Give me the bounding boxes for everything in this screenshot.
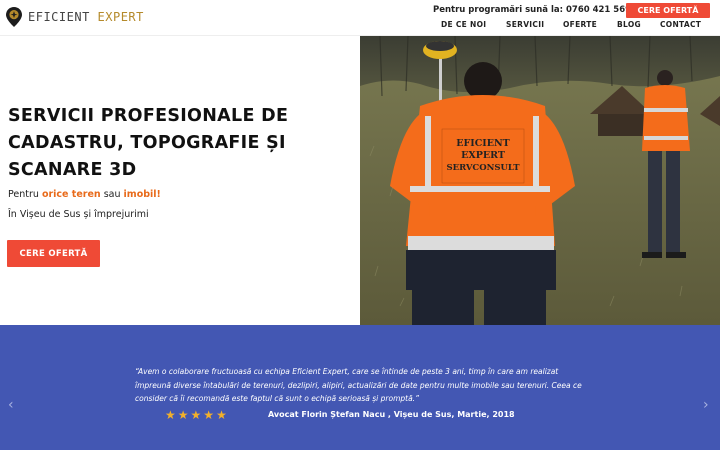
nav-item-de-ce-noi[interactable]: DE CE NOI bbox=[441, 20, 486, 29]
call-label: Pentru programări sună la: bbox=[433, 5, 564, 15]
hero-cere-oferta-button[interactable]: CERE OFERTĂ bbox=[7, 240, 100, 267]
surveyors-illustration: EFICIENT EXPERT SERVCONSULT bbox=[360, 36, 720, 325]
hero-sub-mid: sau bbox=[103, 189, 121, 200]
site-header: EFICIENT EXPERT Pentru programări sună l… bbox=[0, 0, 720, 36]
nav-item-servicii[interactable]: SERVICII bbox=[506, 20, 544, 29]
vest-line-1: EFICIENT bbox=[456, 138, 509, 149]
hero-sub-highlight-teren: orice teren bbox=[41, 189, 101, 200]
rating-stars: ★ ★ ★ ★ ★ bbox=[165, 409, 227, 421]
nav-item-blog[interactable]: BLOG bbox=[617, 20, 641, 29]
vest-line-2: EXPERT bbox=[461, 150, 505, 161]
star-icon: ★ bbox=[177, 408, 189, 422]
star-icon: ★ bbox=[190, 408, 202, 422]
logo-word-eficient: EFICIENT bbox=[28, 10, 90, 24]
logo[interactable]: EFICIENT EXPERT bbox=[6, 7, 144, 27]
testimonial-author: Avocat Florin Ștefan Nacu , Vișeu de Sus… bbox=[268, 410, 515, 419]
call-info: Pentru programări sună la: 0760 421 569 bbox=[433, 5, 644, 15]
carousel-prev-button[interactable]: ‹ bbox=[8, 397, 14, 413]
header-cere-oferta-button[interactable]: CERE OFERTĂ bbox=[626, 3, 710, 18]
logo-word-expert: EXPERT bbox=[97, 10, 144, 24]
nav-item-contact[interactable]: CONTACT bbox=[660, 20, 701, 29]
star-icon: ★ bbox=[203, 408, 215, 422]
hero-sub-prefix: Pentru bbox=[8, 189, 39, 200]
carousel-next-button[interactable]: › bbox=[703, 397, 709, 413]
star-icon: ★ bbox=[165, 408, 176, 422]
map-pin-logo-icon bbox=[6, 7, 22, 27]
hero-subtitle: Pentru orice teren sau imobil! bbox=[8, 189, 161, 200]
hero-sub-highlight-imobil: imobil! bbox=[123, 189, 161, 200]
hero-location: În Vișeu de Sus și împrejurimi bbox=[8, 209, 149, 220]
vest-line-3: SERVCONSULT bbox=[446, 163, 520, 173]
testimonial-quote: “Avem o colaborare fructuoasă cu echipa … bbox=[135, 367, 582, 403]
logo-text: EFICIENT EXPERT bbox=[28, 10, 144, 24]
phone-number[interactable]: 0760 421 569 bbox=[566, 5, 631, 15]
nav-item-oferte[interactable]: OFERTE bbox=[563, 20, 597, 29]
star-icon: ★ bbox=[216, 408, 227, 422]
hero-photo-surveyors: EFICIENT EXPERT SERVCONSULT bbox=[360, 36, 720, 325]
hero-title: SERVICII PROFESIONALE DE CADASTRU, TOPOG… bbox=[8, 106, 289, 180]
